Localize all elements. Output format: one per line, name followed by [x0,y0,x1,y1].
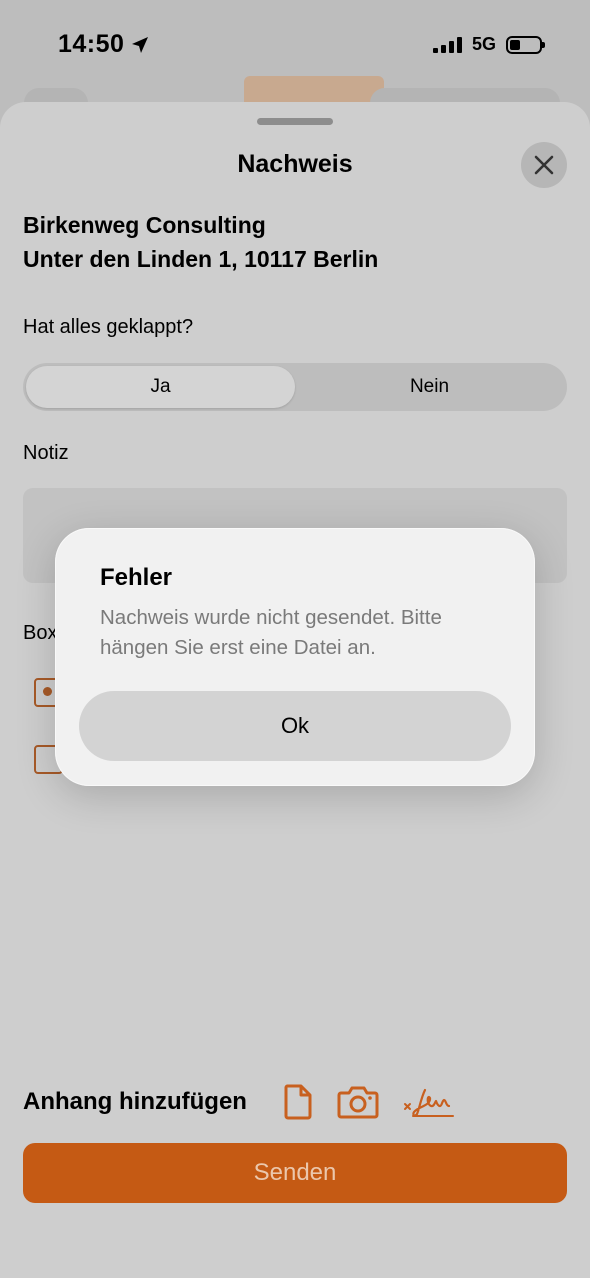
status-time: 14:50 [58,30,150,59]
customer-address-block: Birkenweg Consulting Unter den Linden 1,… [23,208,378,276]
checked-dot [43,687,52,696]
signature-icon[interactable] [403,1084,455,1120]
sheet-title: Nachweis [237,150,353,178]
close-icon [534,155,554,175]
error-alert: Fehler Nachweis wurde nicht gesendet. Bi… [55,528,535,786]
segment-ja[interactable]: Ja [26,366,295,408]
network-type: 5G [471,34,496,54]
location-arrow-icon [132,36,149,53]
company-name: Birkenweg Consulting [23,212,266,238]
ok-button[interactable]: Ok [79,691,511,761]
note-label: Notiz [23,442,69,464]
sheet-grabber[interactable] [257,118,333,125]
alert-message: Nachweis wurde nicht gesendet. Bitte hän… [100,606,442,659]
success-segmented-control: Ja Nein [23,363,567,411]
signal-icon [432,36,462,53]
document-icon[interactable] [283,1084,313,1120]
segment-nein[interactable]: Nein [295,366,564,408]
status-bar: 14:50 5G [0,0,590,90]
send-button[interactable]: Senden [23,1143,567,1203]
attachment-label: Anhang hinzufügen [23,1088,247,1115]
camera-icon[interactable] [337,1085,379,1119]
boxes-label: Box [23,622,58,644]
battery-icon [506,35,545,54]
question-label: Hat alles geklappt? [23,316,194,338]
attachment-row: Anhang hinzufügen [23,1082,567,1122]
alert-title: Fehler [100,564,173,591]
street-address: Unter den Linden 1, 10117 Berlin [23,246,379,272]
close-button[interactable] [521,142,567,188]
